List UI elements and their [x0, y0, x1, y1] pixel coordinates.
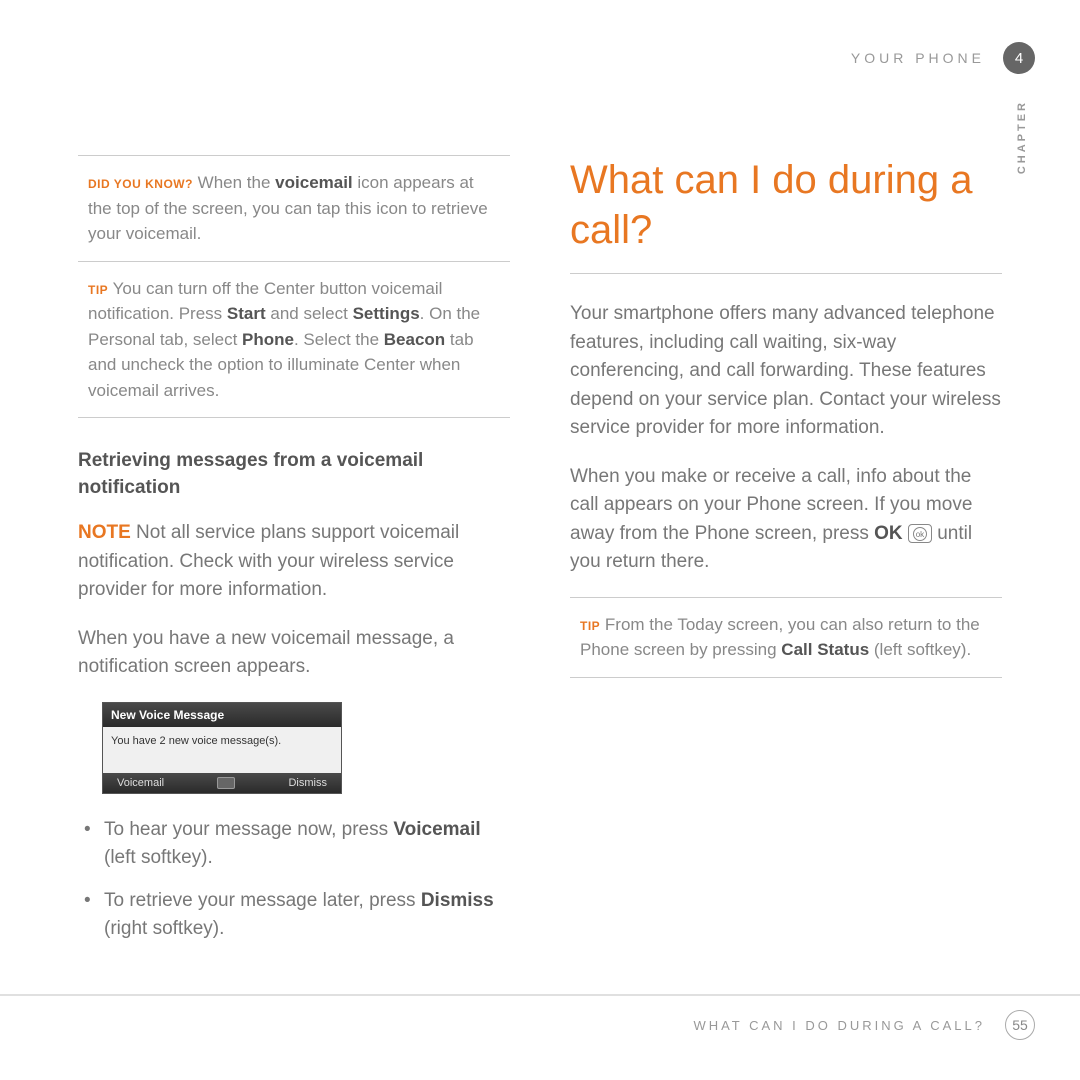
tip-label: TIP: [88, 283, 108, 297]
footer-label: WHAT CAN I DO DURING A CALL?: [693, 1018, 985, 1033]
list-item: To retrieve your message later, press Di…: [78, 887, 510, 944]
right-paragraph-1: Your smartphone offers many advanced tel…: [570, 300, 1002, 443]
tip1-b3: Phone: [242, 330, 294, 349]
right-paragraph-2: When you make or receive a call, info ab…: [570, 463, 1002, 577]
instruction-list: To hear your message now, press Voicemai…: [78, 816, 510, 944]
keyboard-icon: [217, 777, 235, 789]
li2-b1: Dismiss: [421, 890, 494, 911]
did-you-know-box: DID YOU KNOW? When the voicemail icon ap…: [78, 155, 510, 262]
note-paragraph: NOTE Not all service plans support voice…: [78, 519, 510, 605]
li1-t2: (left softkey).: [104, 847, 213, 868]
screenshot-footer: Voicemail Dismiss: [103, 773, 341, 793]
section-heading: Retrieving messages from a voicemail not…: [78, 448, 510, 501]
softkey-right: Dismiss: [288, 777, 327, 789]
dyk-label: DID YOU KNOW?: [88, 177, 193, 191]
page-footer: WHAT CAN I DO DURING A CALL? 55: [0, 994, 1080, 1040]
tip-box-right: TIP From the Today screen, you can also …: [570, 597, 1002, 678]
left-column: DID YOU KNOW? When the voicemail icon ap…: [78, 155, 510, 958]
rp2-b1: OK: [874, 523, 903, 544]
tip-label-right: TIP: [580, 619, 600, 633]
tip1-t4: . Select the: [294, 330, 384, 349]
paragraph-2: When you have a new voicemail message, a…: [78, 625, 510, 682]
header-section-label: YOUR PHONE: [851, 50, 985, 66]
screenshot-title: New Voice Message: [103, 703, 341, 727]
tr-b1: Call Status: [781, 640, 869, 659]
phone-screenshot: New Voice Message You have 2 new voice m…: [102, 702, 342, 794]
li1-t1: To hear your message now, press: [104, 819, 393, 840]
tr-t2: (left softkey).: [869, 640, 971, 659]
list-item: To hear your message now, press Voicemai…: [78, 816, 510, 873]
screenshot-body: You have 2 new voice message(s).: [103, 727, 341, 773]
page-header: YOUR PHONE 4: [851, 42, 1035, 74]
page-title: What can I do during a call?: [570, 155, 1002, 274]
ok-key-icon: ok: [908, 524, 932, 543]
note-label: NOTE: [78, 522, 131, 543]
ok-key-inner: ok: [913, 527, 927, 541]
softkey-left: Voicemail: [117, 777, 164, 789]
chapter-number-badge: 4: [1003, 42, 1035, 74]
chapter-vertical-label: CHAPTER: [1016, 100, 1028, 174]
li2-t2: (right softkey).: [104, 918, 224, 939]
tip-box-1: TIP You can turn off the Center button v…: [78, 262, 510, 419]
tip1-b4: Beacon: [384, 330, 445, 349]
page-number: 55: [1005, 1010, 1035, 1040]
page-content: DID YOU KNOW? When the voicemail icon ap…: [78, 155, 1002, 958]
tip1-b2: Settings: [353, 304, 420, 323]
note-text: Not all service plans support voicemail …: [78, 522, 459, 600]
li2-t1: To retrieve your message later, press: [104, 890, 421, 911]
right-column: What can I do during a call? Your smartp…: [570, 155, 1002, 958]
li1-b1: Voicemail: [393, 819, 480, 840]
tip1-b1: Start: [227, 304, 266, 323]
dyk-bold1: voicemail: [275, 173, 353, 192]
tip1-t2: and select: [266, 304, 353, 323]
dyk-text1: When the: [193, 173, 275, 192]
